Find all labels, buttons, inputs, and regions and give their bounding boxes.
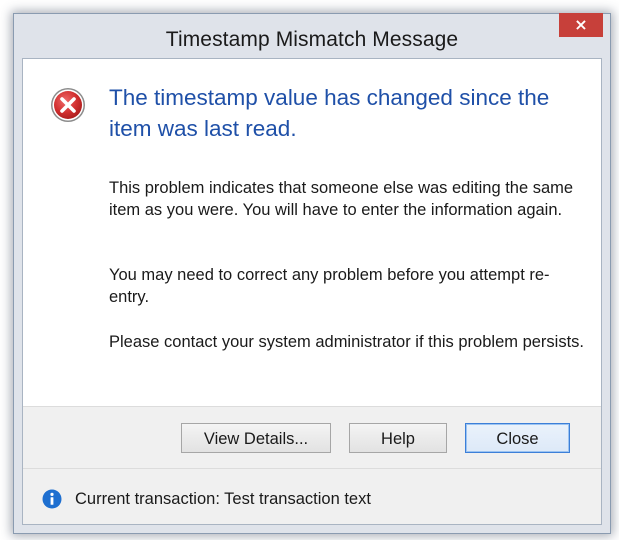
message-paragraph: Please contact your system administrator… (109, 333, 585, 351)
error-icon (51, 88, 85, 122)
message-content: The timestamp value has changed since th… (23, 59, 601, 406)
window-title: Timestamp Mismatch Message (165, 28, 459, 51)
close-button[interactable]: Close (465, 423, 570, 453)
message-paragraph: You may need to correct any problem befo… (109, 266, 550, 306)
title-close-button[interactable]: × (559, 13, 603, 37)
title-bar[interactable]: Timestamp Mismatch Message × (14, 13, 610, 58)
dialog-client-area: The timestamp value has changed since th… (22, 58, 602, 525)
footer-transaction-text: Current transaction: Test transaction te… (75, 490, 371, 508)
view-details-button[interactable]: View Details... (181, 423, 331, 453)
message-paragraph: This problem indicates that someone else… (109, 179, 574, 219)
footer: Current transaction: Test transaction te… (23, 468, 601, 524)
button-bar: View Details... Help Close (23, 406, 601, 468)
screen: Timestamp Mismatch Message × The timesta… (0, 0, 619, 540)
dialog-window: Timestamp Mismatch Message × The timesta… (13, 13, 611, 534)
info-icon (42, 489, 62, 509)
main-instruction: The timestamp value has changed since th… (109, 85, 550, 141)
help-button[interactable]: Help (349, 423, 447, 453)
